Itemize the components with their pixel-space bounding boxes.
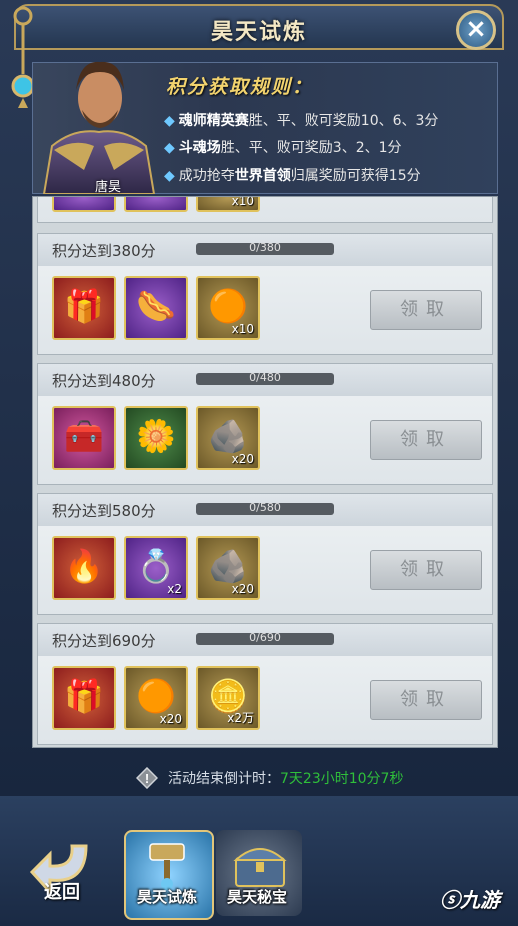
item-count: x20 xyxy=(159,712,182,726)
reward-card: 积分达到480分 0/480 🧰 🌼 🪨 x20 领取 xyxy=(37,363,493,485)
progress-text: 0/480 xyxy=(249,371,281,384)
item-count: x10 xyxy=(231,196,254,208)
claim-button[interactable]: 领取 xyxy=(370,290,482,330)
reward-item[interactable]: x10 xyxy=(196,196,260,212)
countdown-timer: 活动结束倒计时：7天23小时10分7秒 xyxy=(168,768,403,788)
sausage-icon: 🌭 xyxy=(136,287,176,325)
tab-haotian-trial-label[interactable]: 昊天试炼 xyxy=(122,886,212,907)
rules-title: 积分获取规则： xyxy=(166,76,314,98)
silver-ore-icon: 🪨 xyxy=(208,547,248,585)
watermark: ⓢ九游 xyxy=(440,888,500,912)
rule-line: ◆ 斗魂场胜、平、败可奖励3、2、1分 xyxy=(164,140,402,156)
blue-ring-icon: 💍 xyxy=(136,547,176,585)
reward-item[interactable]: 🧰 xyxy=(52,406,116,470)
card-header: 积分达到480分 0/480 xyxy=(38,364,492,396)
rule-line: ◆ 成功抢夺世界首领归属奖励可获得15分 xyxy=(164,168,421,184)
amber-stone-icon: 🟠 xyxy=(136,677,176,715)
progress-bar: 0/580 xyxy=(196,501,334,515)
progress-text: 0/690 xyxy=(249,631,281,644)
reward-item[interactable] xyxy=(124,197,188,212)
progress-text: 0/380 xyxy=(249,241,281,254)
item-count: x2万 xyxy=(227,711,254,725)
hero-name: 唐昊 xyxy=(94,180,121,195)
item-count: x20 xyxy=(231,452,254,466)
reward-item[interactable]: 🪨 x20 xyxy=(196,536,260,600)
diamond-bullet-icon: ◆ xyxy=(164,140,175,156)
reward-item[interactable] xyxy=(52,197,116,212)
gift-box-icon: 🎁 xyxy=(64,287,104,325)
reward-item[interactable]: 🌼 xyxy=(124,406,188,470)
countdown-label: 活动结束倒计时： xyxy=(168,771,280,787)
claim-button[interactable]: 领取 xyxy=(370,680,482,720)
countdown-value: 7天23小时10分7秒 xyxy=(280,771,404,787)
diamond-bullet-icon: ◆ xyxy=(164,113,175,129)
title-bar: 昊天试炼 × xyxy=(14,4,504,50)
reward-card: 积分达到580分 0/580 🔥 💍 x2 🪨 x20 领取 xyxy=(37,493,493,615)
reward-card: 积分达到380分 0/380 🎁 🌭 🟠 x10 领取 xyxy=(37,233,493,355)
reward-card: 积分达到690分 0/690 🎁 🟠 x20 🪙 x2万 领取 xyxy=(37,623,493,745)
progress-bar: 0/380 xyxy=(196,241,334,255)
score-requirement: 积分达到480分 xyxy=(52,372,156,390)
item-count: x20 xyxy=(231,582,254,596)
score-requirement: 积分达到580分 xyxy=(52,502,156,520)
treasure-chest-icon xyxy=(233,848,287,887)
hero-portrait xyxy=(42,61,156,194)
item-count: x2 xyxy=(167,582,182,596)
window-title: 昊天试炼 xyxy=(210,20,307,45)
card-header: 积分达到690分 0/690 xyxy=(38,624,492,656)
reward-item[interactable]: 🎁 xyxy=(52,666,116,730)
reward-item[interactable]: 🎁 xyxy=(52,276,116,340)
silver-ore-icon: 🪨 xyxy=(208,417,248,455)
reward-item[interactable]: 🟠 x10 xyxy=(196,276,260,340)
svg-text:!: ! xyxy=(145,771,149,786)
card-header: 积分达到380分 0/380 xyxy=(38,234,492,266)
reward-item[interactable]: 🔥 xyxy=(52,536,116,600)
reward-item[interactable]: 🌭 xyxy=(124,276,188,340)
treasure-chest-icon: 🧰 xyxy=(64,417,104,455)
warning-icon: ! xyxy=(136,767,158,789)
progress-text: 0/580 xyxy=(249,501,281,514)
score-requirement: 积分达到690分 xyxy=(52,632,156,650)
diamond-bullet-icon: ◆ xyxy=(164,168,175,184)
reward-list[interactable]: x10 积分达到380分 0/380 🎁 🌭 🟠 x10 领取 积分达到480分 … xyxy=(32,196,498,748)
close-icon[interactable]: × xyxy=(456,10,496,50)
watermark-logo-icon: ⓢ xyxy=(440,888,460,912)
claim-button[interactable]: 领取 xyxy=(370,420,482,460)
score-requirement: 积分达到380分 xyxy=(52,242,156,260)
reward-item[interactable]: 🪨 x20 xyxy=(196,406,260,470)
reward-item[interactable]: 🪙 x2万 xyxy=(196,666,260,730)
hammer-trophy-icon xyxy=(149,843,185,890)
gift-box-icon: 🎁 xyxy=(64,677,104,715)
reward-card-partial: x10 xyxy=(37,196,493,223)
reward-item[interactable]: 🟠 x20 xyxy=(124,666,188,730)
flower-herb-icon: 🌼 xyxy=(136,417,176,455)
fire-orb-icon: 🔥 xyxy=(64,547,104,585)
progress-bar: 0/690 xyxy=(196,631,334,645)
back-button-label[interactable]: 返回 xyxy=(28,878,96,904)
progress-bar: 0/480 xyxy=(196,371,334,385)
reward-item[interactable]: 💍 x2 xyxy=(124,536,188,600)
rule-line: ◆ 魂师精英赛胜、平、败可奖励10、6、3分 xyxy=(164,113,439,129)
tab-haotian-treasure-label[interactable]: 昊天秘宝 xyxy=(212,886,302,907)
claim-button[interactable]: 领取 xyxy=(370,550,482,590)
amber-stone-icon: 🟠 xyxy=(208,287,248,325)
card-header: 积分达到580分 0/580 xyxy=(38,494,492,526)
item-count: x10 xyxy=(231,322,254,336)
